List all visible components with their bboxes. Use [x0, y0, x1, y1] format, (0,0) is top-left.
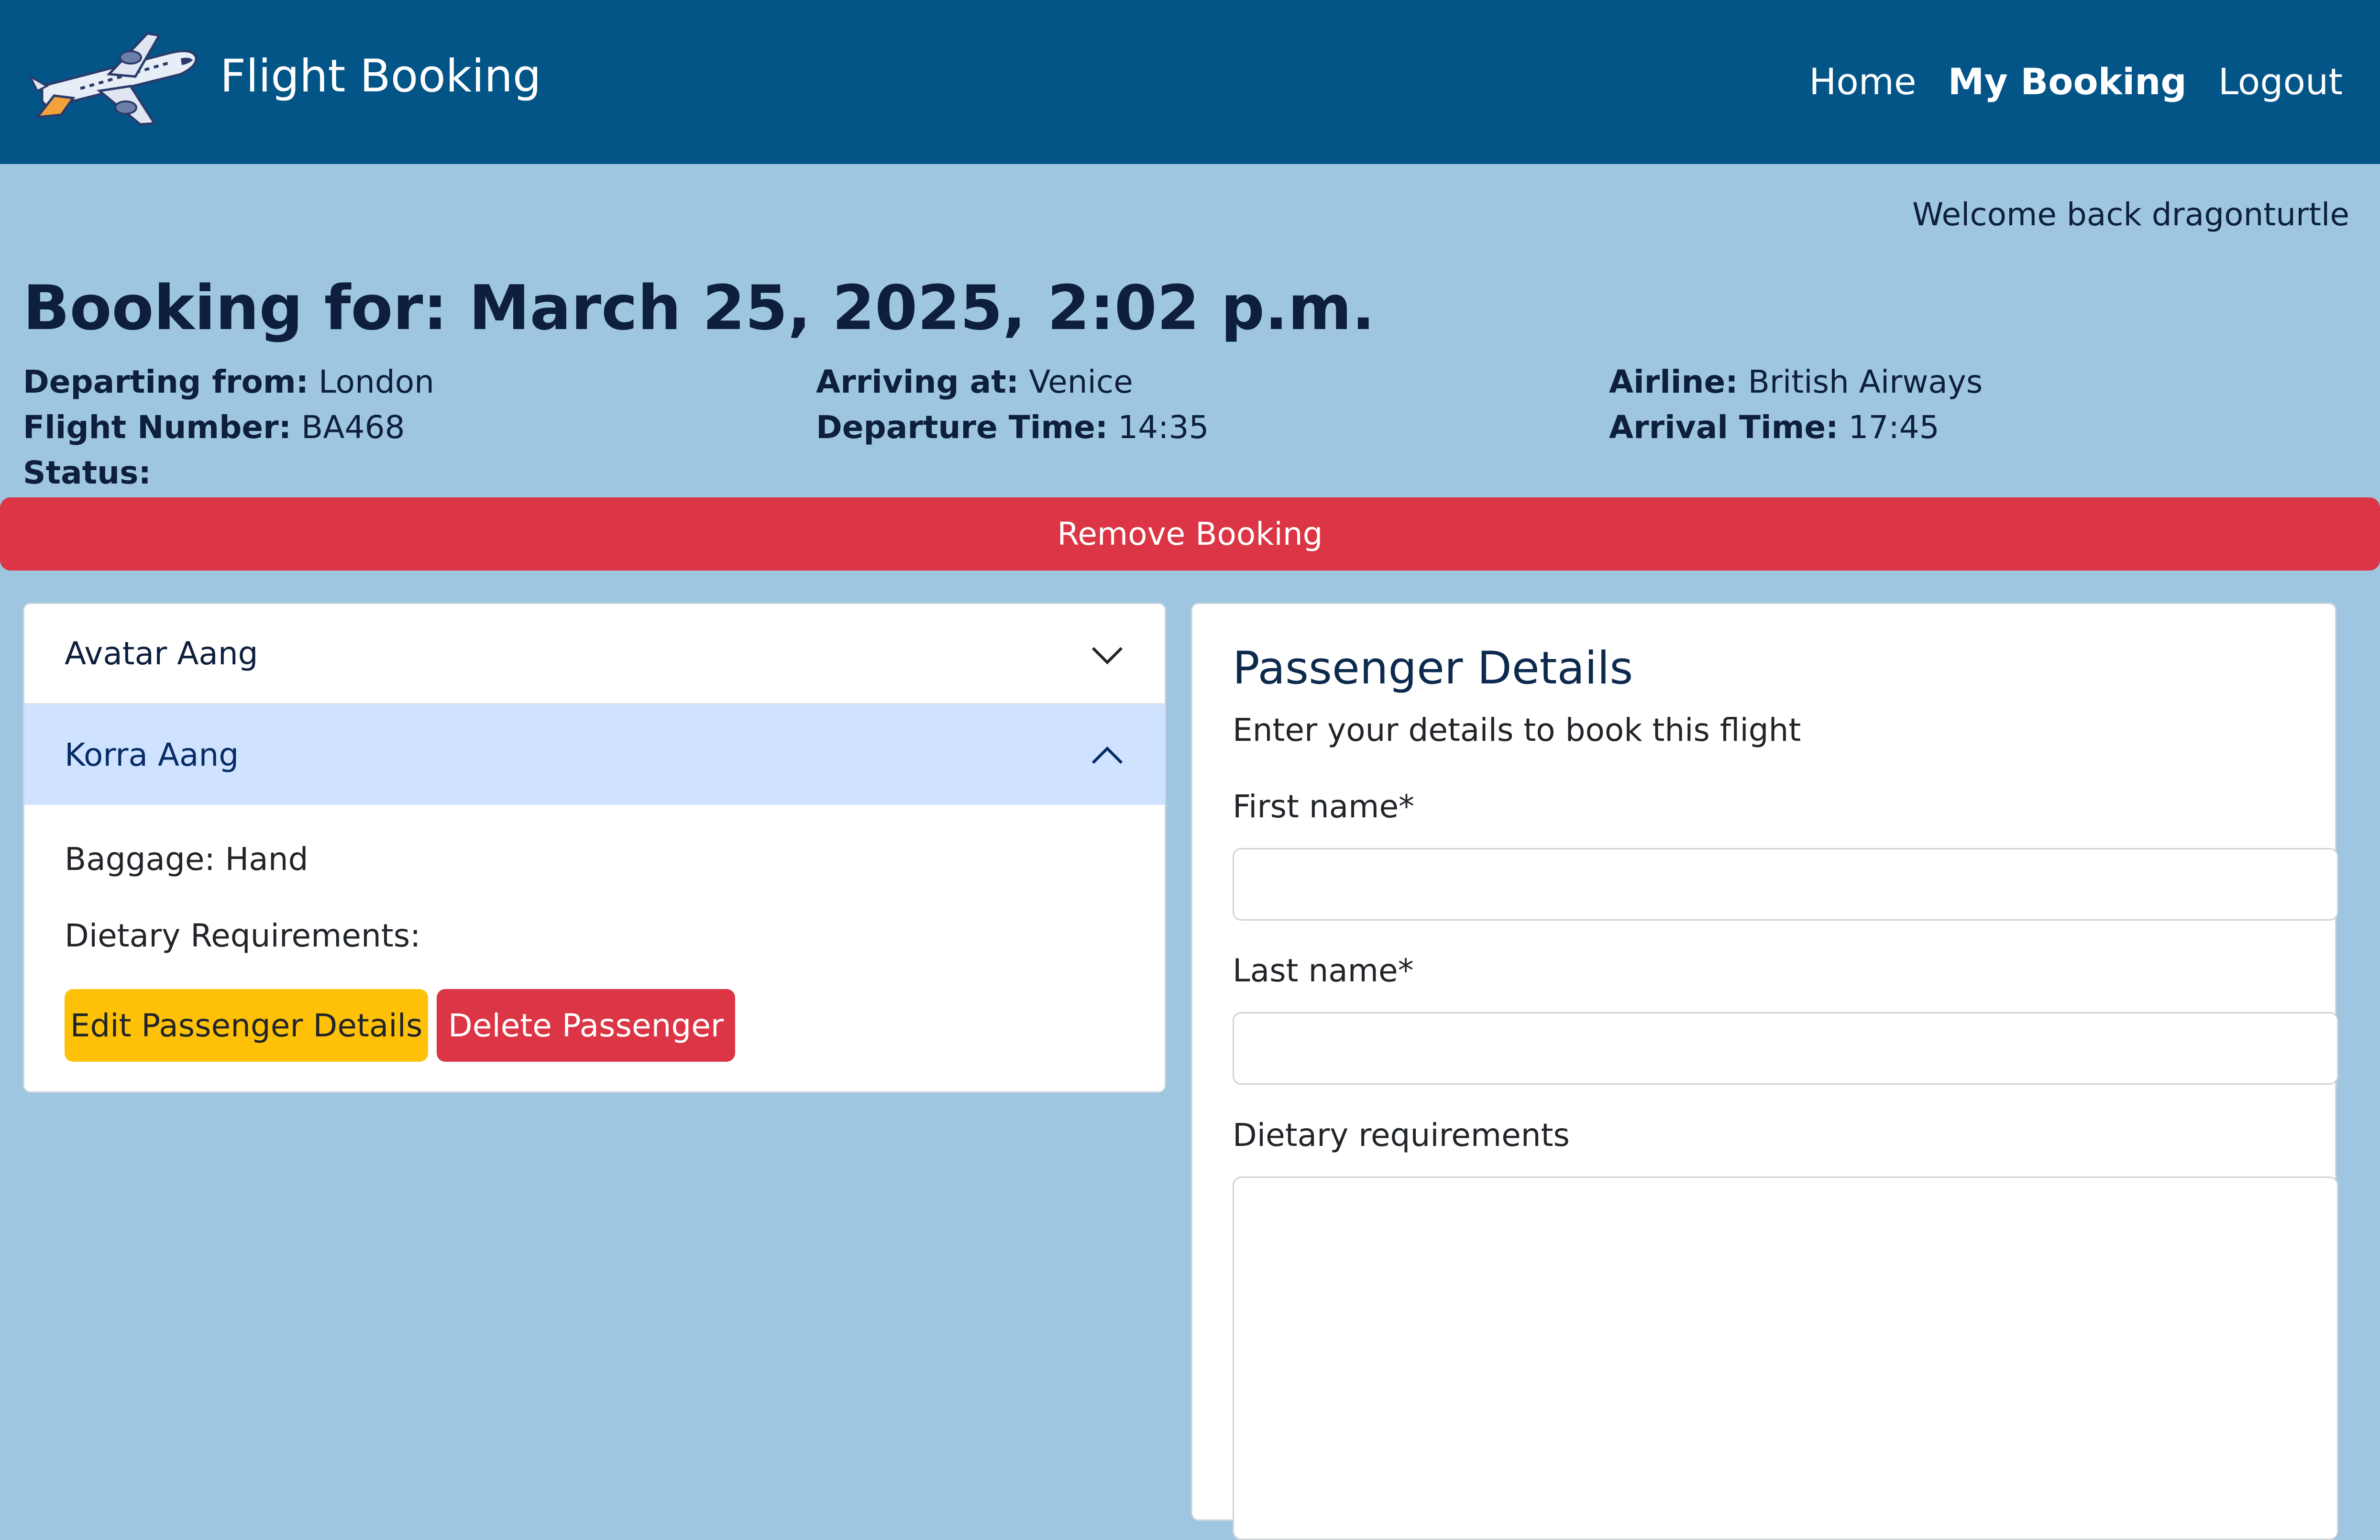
- departure-time-label: Departure Time:: [816, 409, 1108, 446]
- delete-passenger-button[interactable]: Delete Passenger: [437, 989, 735, 1062]
- passenger-accordion: Avatar Aang Korra Aang Baggage: Hand Die…: [23, 603, 1166, 1093]
- dietary-text: Dietary Requirements:: [65, 917, 421, 954]
- chevron-up-icon: [1091, 746, 1123, 764]
- dietary-requirements-label: Dietary requirements: [1233, 1117, 1570, 1154]
- flight-number-value: BA468: [301, 409, 405, 446]
- departing-value: London: [319, 363, 434, 400]
- flight-number-info: Flight Number: BA468: [23, 409, 405, 446]
- edit-passenger-button[interactable]: Edit Passenger Details: [65, 989, 428, 1062]
- dietary-requirements-textarea[interactable]: [1233, 1177, 2338, 1540]
- arrival-time-info: Arrival Time: 17:45: [1609, 409, 1939, 446]
- arriving-value: Venice: [1029, 363, 1133, 400]
- arriving-info: Arriving at: Venice: [816, 363, 1133, 400]
- first-name-label: First name*: [1233, 788, 1415, 825]
- passenger-name: Korra Aang: [65, 736, 239, 773]
- passenger-name: Avatar Aang: [65, 635, 258, 672]
- last-name-input[interactable]: [1233, 1012, 2338, 1085]
- accordion-header-passenger-1[interactable]: Avatar Aang: [24, 604, 1165, 704]
- arrival-time-value: 17:45: [1848, 409, 1939, 446]
- arrival-time-label: Arrival Time:: [1609, 409, 1839, 446]
- departure-time-info: Departure Time: 14:35: [816, 409, 1209, 446]
- departing-info: Departing from: London: [23, 363, 434, 400]
- nav-link-logout[interactable]: Logout: [2218, 60, 2343, 103]
- form-title: Passenger Details: [1233, 642, 1633, 694]
- airline-value: British Airways: [1748, 363, 1983, 400]
- accordion-header-passenger-2[interactable]: Korra Aang: [24, 704, 1165, 805]
- navbar: Flight Booking Home My Booking Logout: [0, 0, 2380, 164]
- nav-link-my-booking[interactable]: My Booking: [1948, 60, 2187, 103]
- airline-label: Airline:: [1609, 363, 1738, 400]
- arriving-label: Arriving at:: [816, 363, 1019, 400]
- brand-title[interactable]: Flight Booking: [220, 50, 541, 102]
- first-name-input[interactable]: [1233, 848, 2338, 921]
- flight-number-label: Flight Number:: [23, 409, 292, 446]
- airline-info: Airline: British Airways: [1609, 363, 1983, 400]
- passenger-details-form: Passenger Details Enter your details to …: [1191, 603, 2338, 1540]
- remove-booking-button[interactable]: Remove Booking: [0, 497, 2380, 571]
- chevron-down-icon: [1091, 647, 1123, 665]
- nav-links: Home My Booking Logout: [1809, 60, 2343, 103]
- airplane-logo-icon[interactable]: [28, 29, 205, 132]
- page-title: Booking for: March 25, 2025, 2:02 p.m.: [23, 273, 1375, 344]
- last-name-label: Last name*: [1233, 952, 1414, 989]
- form-subtitle: Enter your details to book this flight: [1233, 712, 1801, 748]
- welcome-message: Welcome back dragonturtle: [1912, 196, 2349, 233]
- departing-label: Departing from:: [23, 363, 309, 400]
- baggage-text: Baggage: Hand: [65, 841, 309, 878]
- departure-time-value: 14:35: [1118, 409, 1209, 446]
- status-label: Status:: [23, 454, 151, 491]
- nav-link-home[interactable]: Home: [1809, 60, 1916, 103]
- status-info: Status:: [23, 454, 151, 491]
